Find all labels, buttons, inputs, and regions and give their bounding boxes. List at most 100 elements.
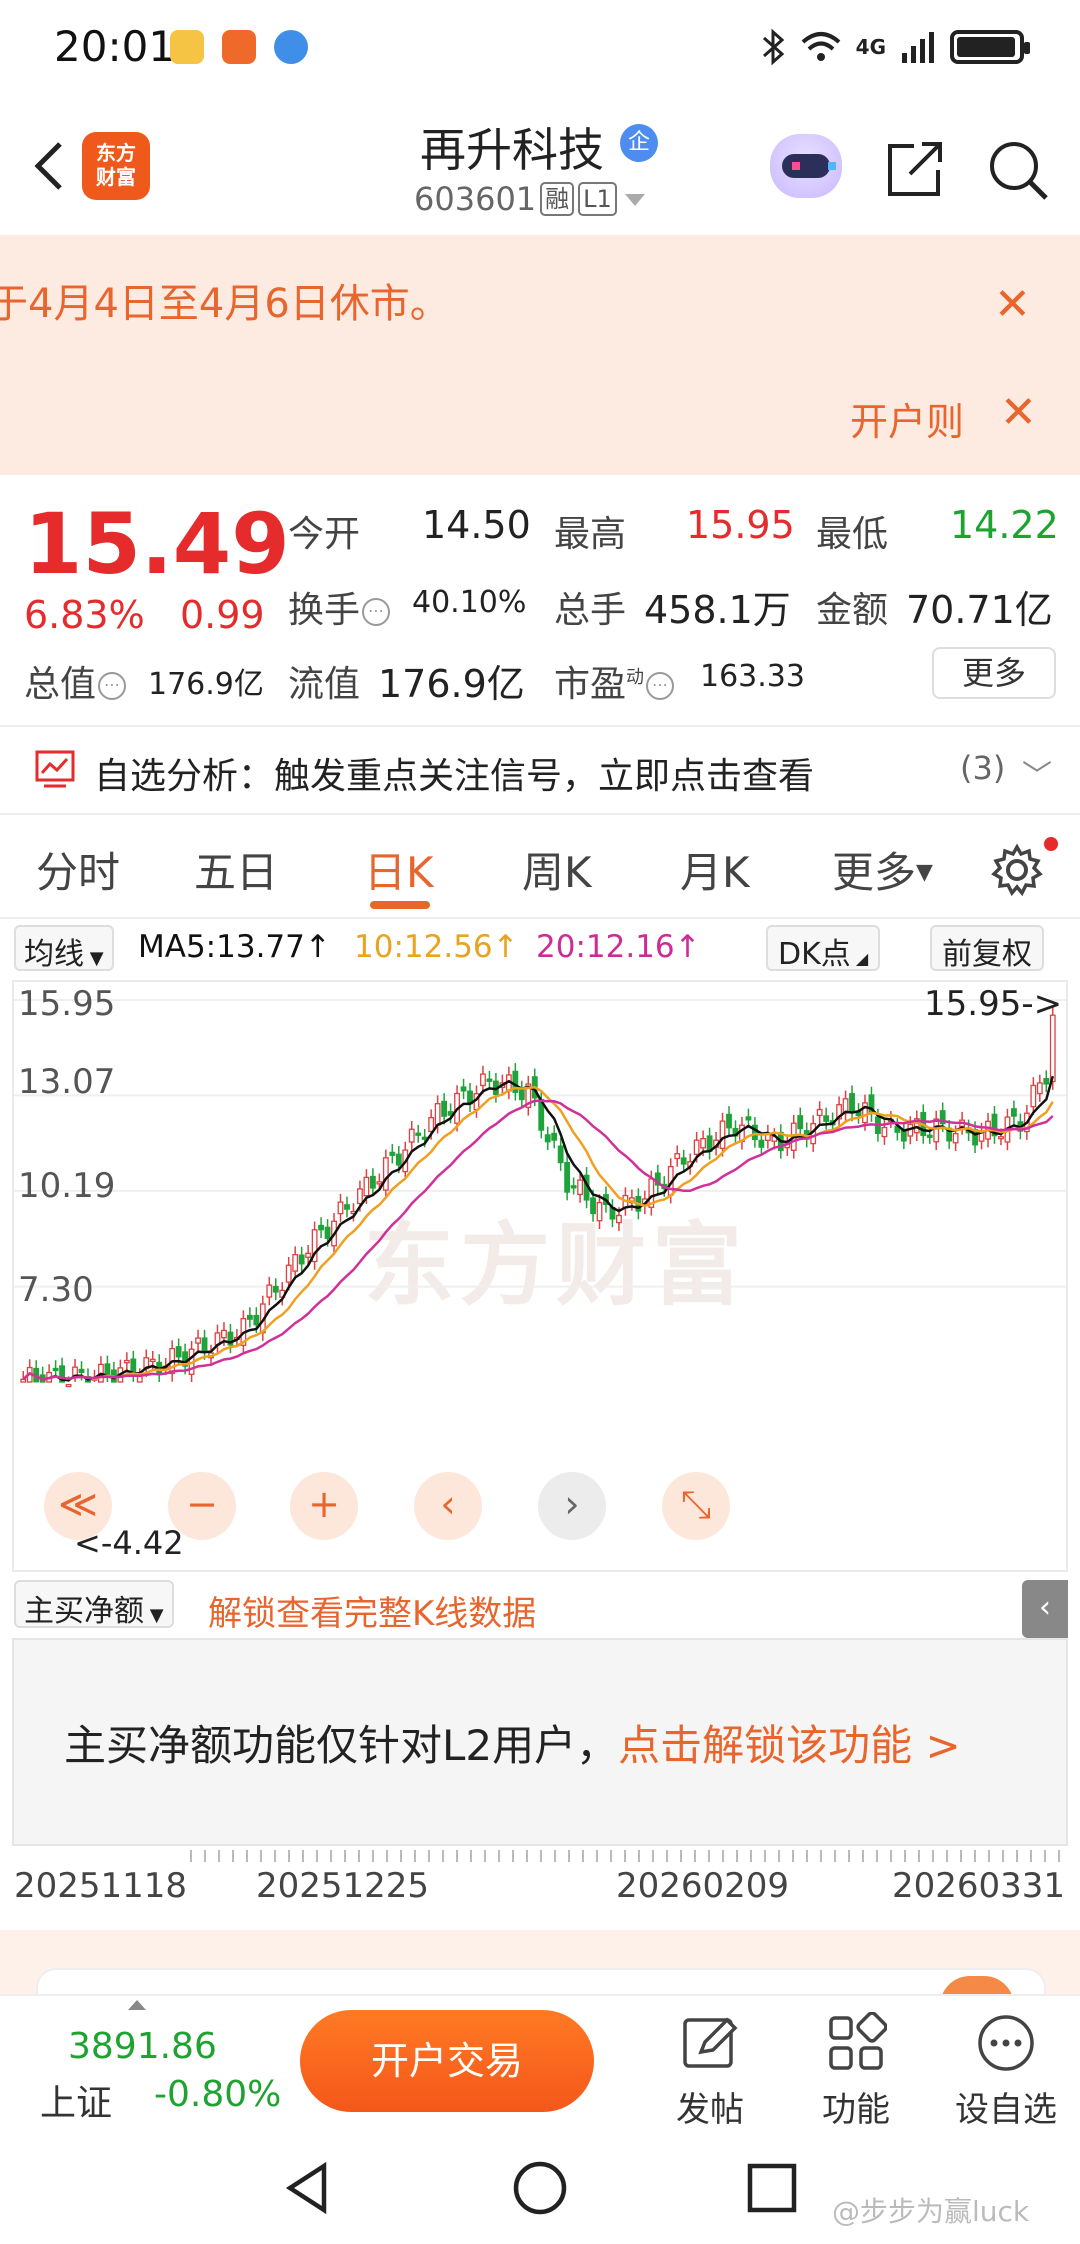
post-button[interactable]: 发帖 [650, 2012, 770, 2131]
watchlist-analysis-bar[interactable]: 自选分析：触发重点关注信号，立即点击查看 (3) ﹀ [0, 727, 1080, 813]
active-tab-indicator [370, 901, 430, 909]
candle-up [616, 1214, 622, 1224]
holiday-notice: 于4月4日至4月6日休市。 ✕ 开户则 ✕ [0, 235, 1080, 475]
grid-icon [829, 2011, 888, 2070]
edit-icon [683, 2017, 738, 2068]
kline-chart[interactable]: 东方财富 15.95 13.07 10.19 7.30 15.95-> <-4.… [12, 980, 1068, 1572]
tab-more[interactable]: 更多▼ [832, 839, 933, 900]
candle-up [292, 1253, 299, 1272]
zoom-out-max-button[interactable]: ≪ [44, 1472, 112, 1540]
tab-weekly-k[interactable]: 周K [522, 839, 592, 900]
candle-down [590, 1197, 596, 1215]
side-collapse-tab[interactable]: ‹ [1022, 1580, 1068, 1638]
candle-down [298, 1254, 305, 1265]
add-watchlist-button[interactable]: 设自选 [946, 2012, 1066, 2131]
nav-back-icon[interactable] [280, 2158, 340, 2218]
indicator-selector[interactable]: 主买净额 ▼ [14, 1580, 174, 1629]
candle-up [998, 1136, 1004, 1140]
more-quote-button[interactable]: 更多 [932, 647, 1056, 699]
index-percent: -0.80% [154, 2074, 282, 2115]
nav-recents-icon[interactable] [742, 2158, 802, 2218]
analysis-text: 自选分析：触发重点关注信号，立即点击查看 [94, 756, 815, 797]
status-right: 4G [760, 28, 1030, 66]
candle-up [428, 1117, 435, 1132]
candle-down [557, 1145, 564, 1164]
candle-down [415, 1132, 422, 1136]
candle-up [881, 1126, 888, 1138]
scroll-left-button[interactable]: ‹ [414, 1472, 482, 1540]
tab-daily-k[interactable]: 日K [364, 839, 434, 900]
candle-down [486, 1078, 493, 1082]
pe-value: 163.33 [700, 659, 805, 694]
unlock-feature-link[interactable]: 点击解锁该功能 > [618, 1721, 961, 1770]
indicator-message-text: 主买净额功能仅针对L2用户， [64, 1721, 619, 1770]
date-label: 20260331 [892, 1866, 1066, 1906]
share-icon[interactable] [884, 138, 946, 200]
fullscreen-button[interactable]: ⤡ [662, 1472, 730, 1540]
back-arrow-icon[interactable] [22, 136, 82, 196]
candle-up [136, 1375, 143, 1383]
caret-down-icon: ▼ [144, 1605, 164, 1626]
tab-monthly-k[interactable]: 月K [680, 839, 750, 900]
turnover-row[interactable]: 换手 ⋯ [288, 581, 392, 633]
index-value[interactable]: 3891.86 [68, 2026, 217, 2067]
ai-robot-icon[interactable] [770, 134, 842, 198]
close-icon[interactable]: ✕ [994, 279, 1031, 330]
zoom-in-button[interactable]: + [290, 1472, 358, 1540]
change-percent: 6.83% [24, 593, 145, 637]
pe-row[interactable]: 市盈动 ⋯ [554, 655, 676, 707]
candle-down [201, 1337, 208, 1353]
candle-down [570, 1185, 577, 1189]
candle-down [900, 1129, 907, 1142]
scroll-right-button[interactable]: › [538, 1472, 606, 1540]
search-icon[interactable] [986, 138, 1050, 202]
candle-up [20, 1378, 27, 1383]
tab-five-day[interactable]: 五日 [194, 839, 278, 900]
post-label: 发帖 [676, 2090, 744, 2130]
notification-dot [1044, 837, 1058, 851]
nav-home-icon[interactable] [510, 2158, 570, 2218]
date-ticks [190, 1850, 1060, 1862]
bluetooth-icon [762, 28, 784, 66]
indicator-locked-panel: 主买净额功能仅针对L2用户，点击解锁该功能 > [12, 1638, 1068, 1846]
zoom-out-button[interactable]: − [168, 1472, 236, 1540]
candle-down [680, 1157, 687, 1165]
status-bar: 20:01 4G [0, 0, 1080, 100]
candle-up [434, 1103, 441, 1126]
candle-up [693, 1139, 700, 1155]
open-account-banner[interactable]: 开户则 [850, 391, 964, 446]
candle-up [149, 1358, 156, 1363]
tab-intraday[interactable]: 分时 [36, 839, 120, 900]
ma-legend-row: 均线 ▼ MA5:13.77↑ 10:12.56↑ 20:12.16↑ DK点 … [0, 921, 1080, 977]
tab-more-label: 更多 [832, 848, 917, 897]
adjust-button[interactable]: 前复权 [930, 925, 1044, 972]
mktcap-row[interactable]: 总值 ⋯ [24, 655, 128, 707]
indicator-selector-label: 主买净额 [24, 1594, 144, 1629]
ma-selector[interactable]: 均线 ▼ [14, 925, 114, 972]
candle-down [441, 1100, 448, 1117]
margin-tag: 融 [540, 182, 575, 216]
turnover-value: 40.10% [412, 585, 527, 620]
pe-label: 市盈 [554, 664, 627, 705]
stock-name: 再升科技 [420, 123, 604, 177]
candle-down [849, 1093, 855, 1114]
dk-selector[interactable]: DK点 ◢ [766, 925, 881, 972]
stock-code-row[interactable]: 603601 融 L1 [414, 180, 645, 218]
amount-label: 金额 [816, 590, 889, 631]
analysis-count: (3) [960, 749, 1006, 787]
candle-up [1049, 1014, 1056, 1083]
open-account-trade-button[interactable]: 开户交易 [300, 2010, 594, 2112]
close-icon[interactable]: ✕ [1000, 387, 1037, 438]
gear-icon[interactable] [990, 843, 1044, 897]
function-button[interactable]: 功能 [796, 2011, 916, 2131]
candle-down [369, 1175, 376, 1189]
candle-down [460, 1086, 467, 1092]
caret-up-icon[interactable] [128, 2000, 146, 2010]
caret-down-icon: ▼ [916, 860, 933, 885]
candle-up [596, 1201, 603, 1222]
app-notification-icon [222, 30, 256, 64]
brand-logo: 东方 财富 [82, 132, 150, 200]
notice-text: 于4月4日至4月6日休市。 [0, 281, 450, 327]
unlock-kline-link[interactable]: 解锁查看完整K线数据 [208, 1586, 536, 1635]
candle-up [1030, 1084, 1037, 1108]
